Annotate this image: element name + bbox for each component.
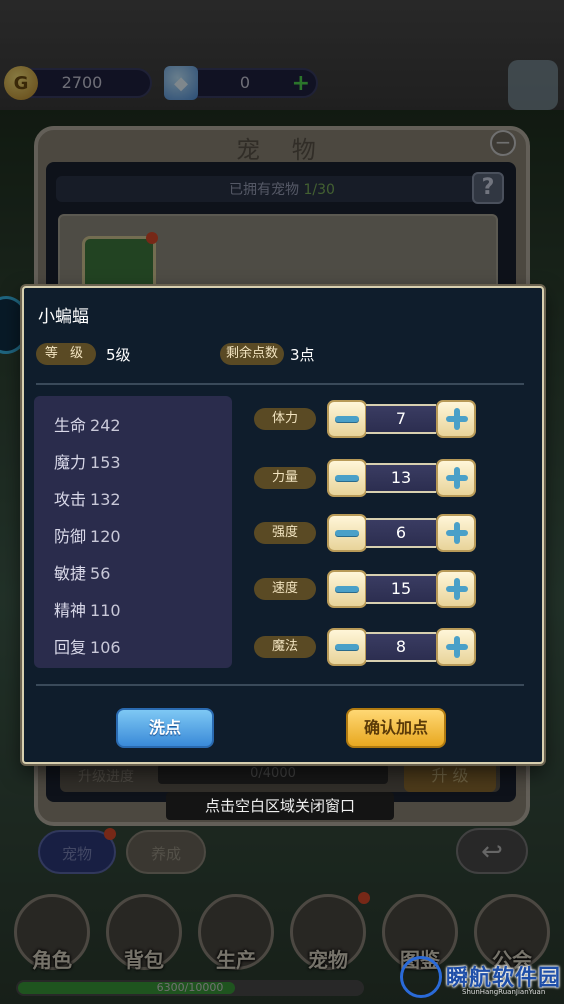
- level-chip: 等 级: [36, 343, 96, 365]
- attr-label-strength: 力量: [254, 467, 316, 489]
- stat-name: 防御: [54, 527, 87, 546]
- confirm-points-button[interactable]: 确认加点: [346, 708, 446, 748]
- reset-points-button[interactable]: 洗点: [116, 708, 214, 748]
- attr-label-stamina: 体力: [254, 408, 316, 430]
- close-hint: 点击空白区域关闭窗口: [166, 792, 394, 820]
- stat-value: 132: [90, 490, 121, 509]
- plus-icon: [438, 516, 474, 550]
- stat-row: 防御 120: [54, 523, 121, 547]
- plus-icon: [438, 630, 474, 664]
- stat-name: 回复: [54, 638, 87, 657]
- stat-row: 敏捷 56: [54, 560, 110, 584]
- magic-value: 8: [366, 632, 436, 662]
- minus-icon: [329, 630, 365, 664]
- speed-value: 15: [366, 574, 436, 604]
- stat-value: 110: [90, 601, 121, 620]
- stat-value: 56: [90, 564, 111, 583]
- stat-name: 精神: [54, 601, 87, 620]
- stat-name: 敏捷: [54, 564, 87, 583]
- plus-icon: [438, 461, 474, 495]
- minus-icon: [329, 402, 365, 436]
- decrease-toughness-button[interactable]: [327, 514, 367, 552]
- stat-row: 攻击 132: [54, 486, 121, 510]
- stat-name: 魔力: [54, 453, 87, 472]
- attr-label-magic: 魔法: [254, 636, 316, 658]
- watermark-subtitle: ShunHangRuanJianYuan: [462, 988, 546, 996]
- watermark-logo-icon: [400, 956, 442, 998]
- stat-name: 攻击: [54, 490, 87, 509]
- decrease-strength-button[interactable]: [327, 459, 367, 497]
- decrease-speed-button[interactable]: [327, 570, 367, 608]
- divider: [36, 684, 524, 686]
- attr-label-toughness: 强度: [254, 522, 316, 544]
- stat-value: 153: [90, 453, 121, 472]
- stat-value: 106: [90, 638, 121, 657]
- strength-value: 13: [366, 463, 436, 493]
- plus-icon: [438, 572, 474, 606]
- minus-icon: [329, 516, 365, 550]
- increase-stamina-button[interactable]: [436, 400, 476, 438]
- decrease-stamina-button[interactable]: [327, 400, 367, 438]
- stat-row: 精神 110: [54, 597, 121, 621]
- stat-name: 生命: [54, 416, 87, 435]
- stamina-value: 7: [366, 404, 436, 434]
- stat-row: 生命 242: [54, 412, 121, 436]
- increase-strength-button[interactable]: [436, 459, 476, 497]
- decrease-magic-button[interactable]: [327, 628, 367, 666]
- attr-label-speed: 速度: [254, 578, 316, 600]
- stat-value: 120: [90, 527, 121, 546]
- minus-icon: [329, 572, 365, 606]
- stat-value: 242: [90, 416, 121, 435]
- increase-magic-button[interactable]: [436, 628, 476, 666]
- increase-toughness-button[interactable]: [436, 514, 476, 552]
- increase-speed-button[interactable]: [436, 570, 476, 608]
- stat-row: 回复 106: [54, 634, 121, 658]
- stat-row: 魔力 153: [54, 449, 121, 473]
- plus-icon: [438, 402, 474, 436]
- minus-icon: [329, 461, 365, 495]
- divider: [36, 383, 524, 385]
- points-chip: 剩余点数: [220, 343, 284, 365]
- pet-name: 小蝙蝠: [38, 307, 89, 327]
- points-value: 3点: [290, 346, 315, 364]
- toughness-value: 6: [366, 518, 436, 548]
- level-value: 5级: [106, 346, 131, 364]
